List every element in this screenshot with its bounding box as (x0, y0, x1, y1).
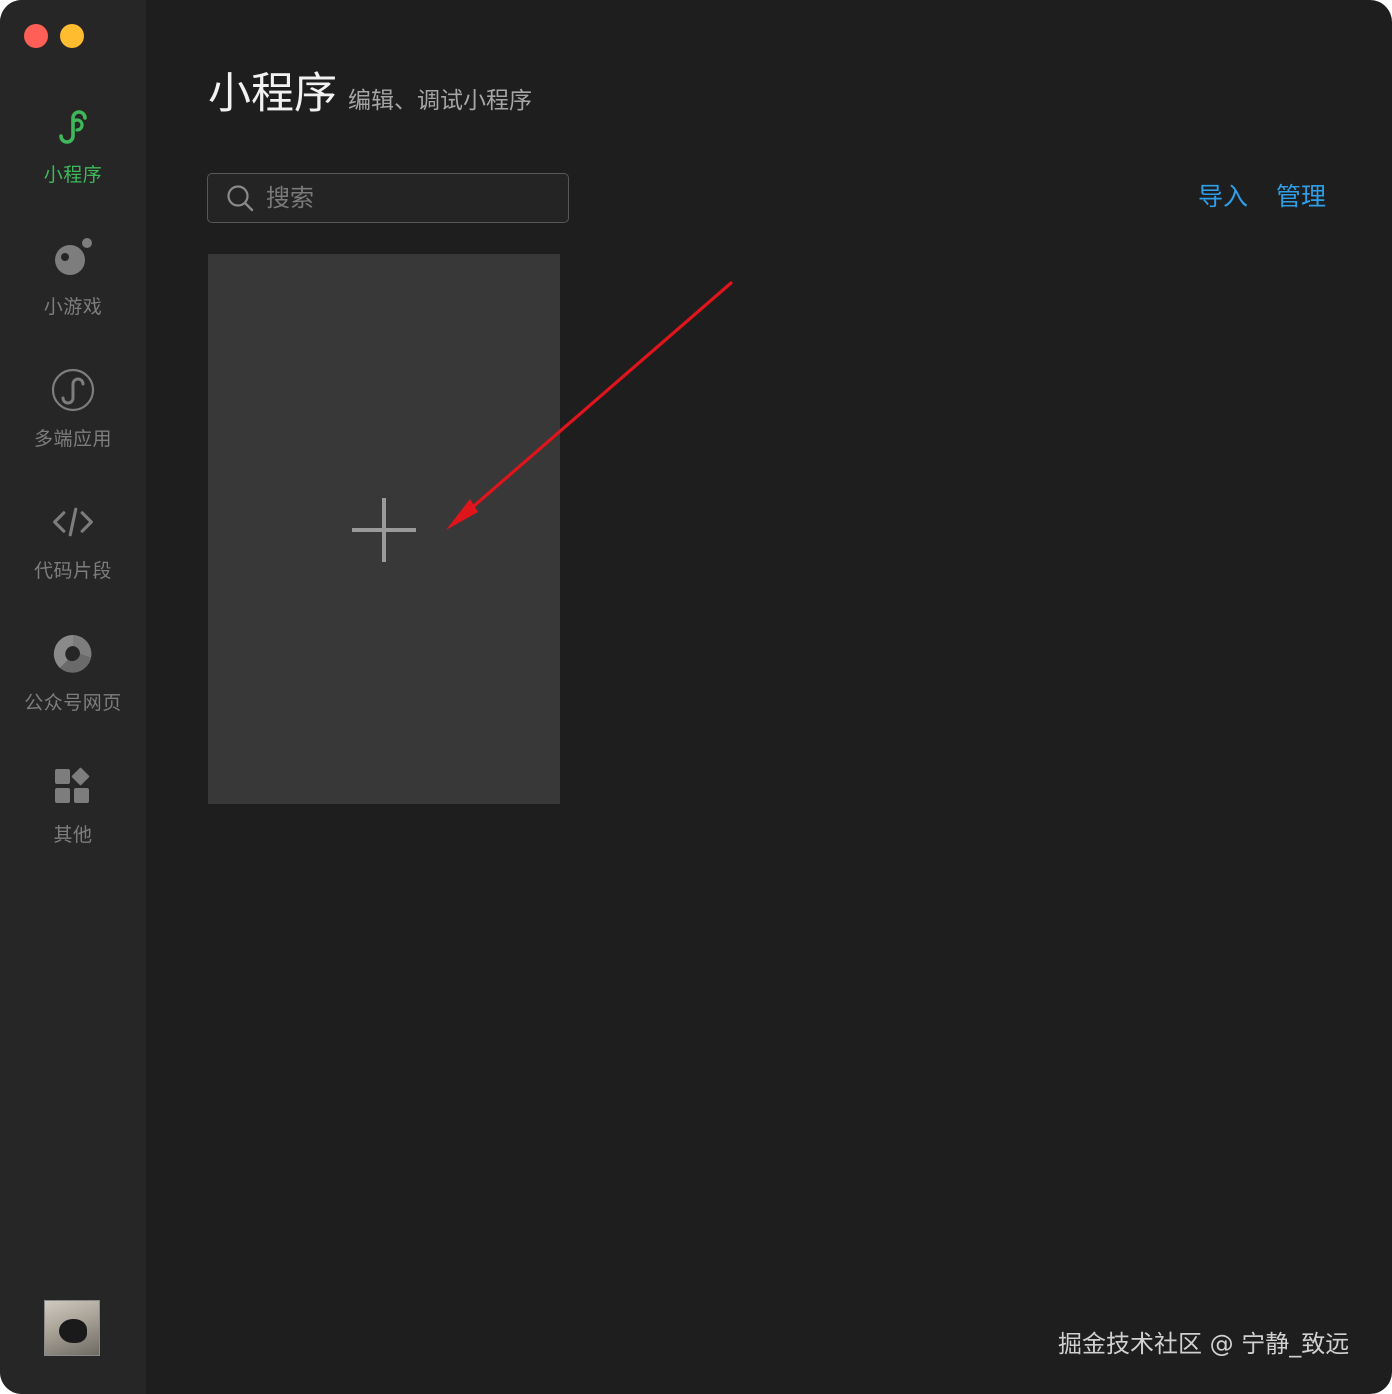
manage-button[interactable]: 管理 (1276, 180, 1326, 214)
official-account-icon (51, 632, 95, 676)
window-close-button[interactable] (24, 24, 48, 48)
search-icon (226, 184, 254, 212)
sidebar-item-label: 小游戏 (43, 296, 103, 318)
search-input[interactable] (264, 177, 548, 219)
sidebar-item-label: 多端应用 (33, 428, 112, 450)
sidebar-item-label: 代码片段 (33, 560, 112, 582)
mini-game-icon (51, 236, 95, 280)
sidebar-item-other[interactable]: 其他 (0, 764, 146, 874)
sidebar-item-label: 其他 (53, 824, 93, 846)
sidebar: 小程序 小游戏 多端应用 代码片段 公众号网页 其他 (0, 0, 146, 1394)
multi-platform-icon (51, 368, 95, 412)
plus-icon (352, 498, 416, 562)
code-icon (51, 500, 95, 544)
sidebar-item-label: 公众号网页 (24, 692, 122, 714)
page-subtitle: 编辑、调试小程序 (348, 88, 532, 114)
user-avatar[interactable] (44, 1300, 100, 1356)
sidebar-item-mini-game[interactable]: 小游戏 (0, 236, 146, 346)
page-title: 小程序 (208, 69, 337, 119)
new-project-card[interactable] (208, 254, 560, 804)
sidebar-item-label: 小程序 (43, 164, 103, 186)
sidebar-item-official-account[interactable]: 公众号网页 (0, 632, 146, 742)
import-button[interactable]: 导入 (1198, 180, 1248, 214)
window-minimize-button[interactable] (60, 24, 84, 48)
sidebar-item-mini-program[interactable]: 小程序 (0, 104, 146, 214)
watermark: 掘金技术社区 @ 宁静_致远 (1058, 1330, 1350, 1358)
sidebar-item-code-snippet[interactable]: 代码片段 (0, 500, 146, 610)
search-box[interactable] (207, 173, 569, 223)
sidebar-item-multi-platform[interactable]: 多端应用 (0, 368, 146, 478)
app-window: 小程序 小游戏 多端应用 代码片段 公众号网页 其他 小程序 编辑、调试小程序 … (0, 0, 1392, 1394)
mini-program-icon (51, 104, 95, 148)
other-grid-icon (51, 764, 95, 808)
